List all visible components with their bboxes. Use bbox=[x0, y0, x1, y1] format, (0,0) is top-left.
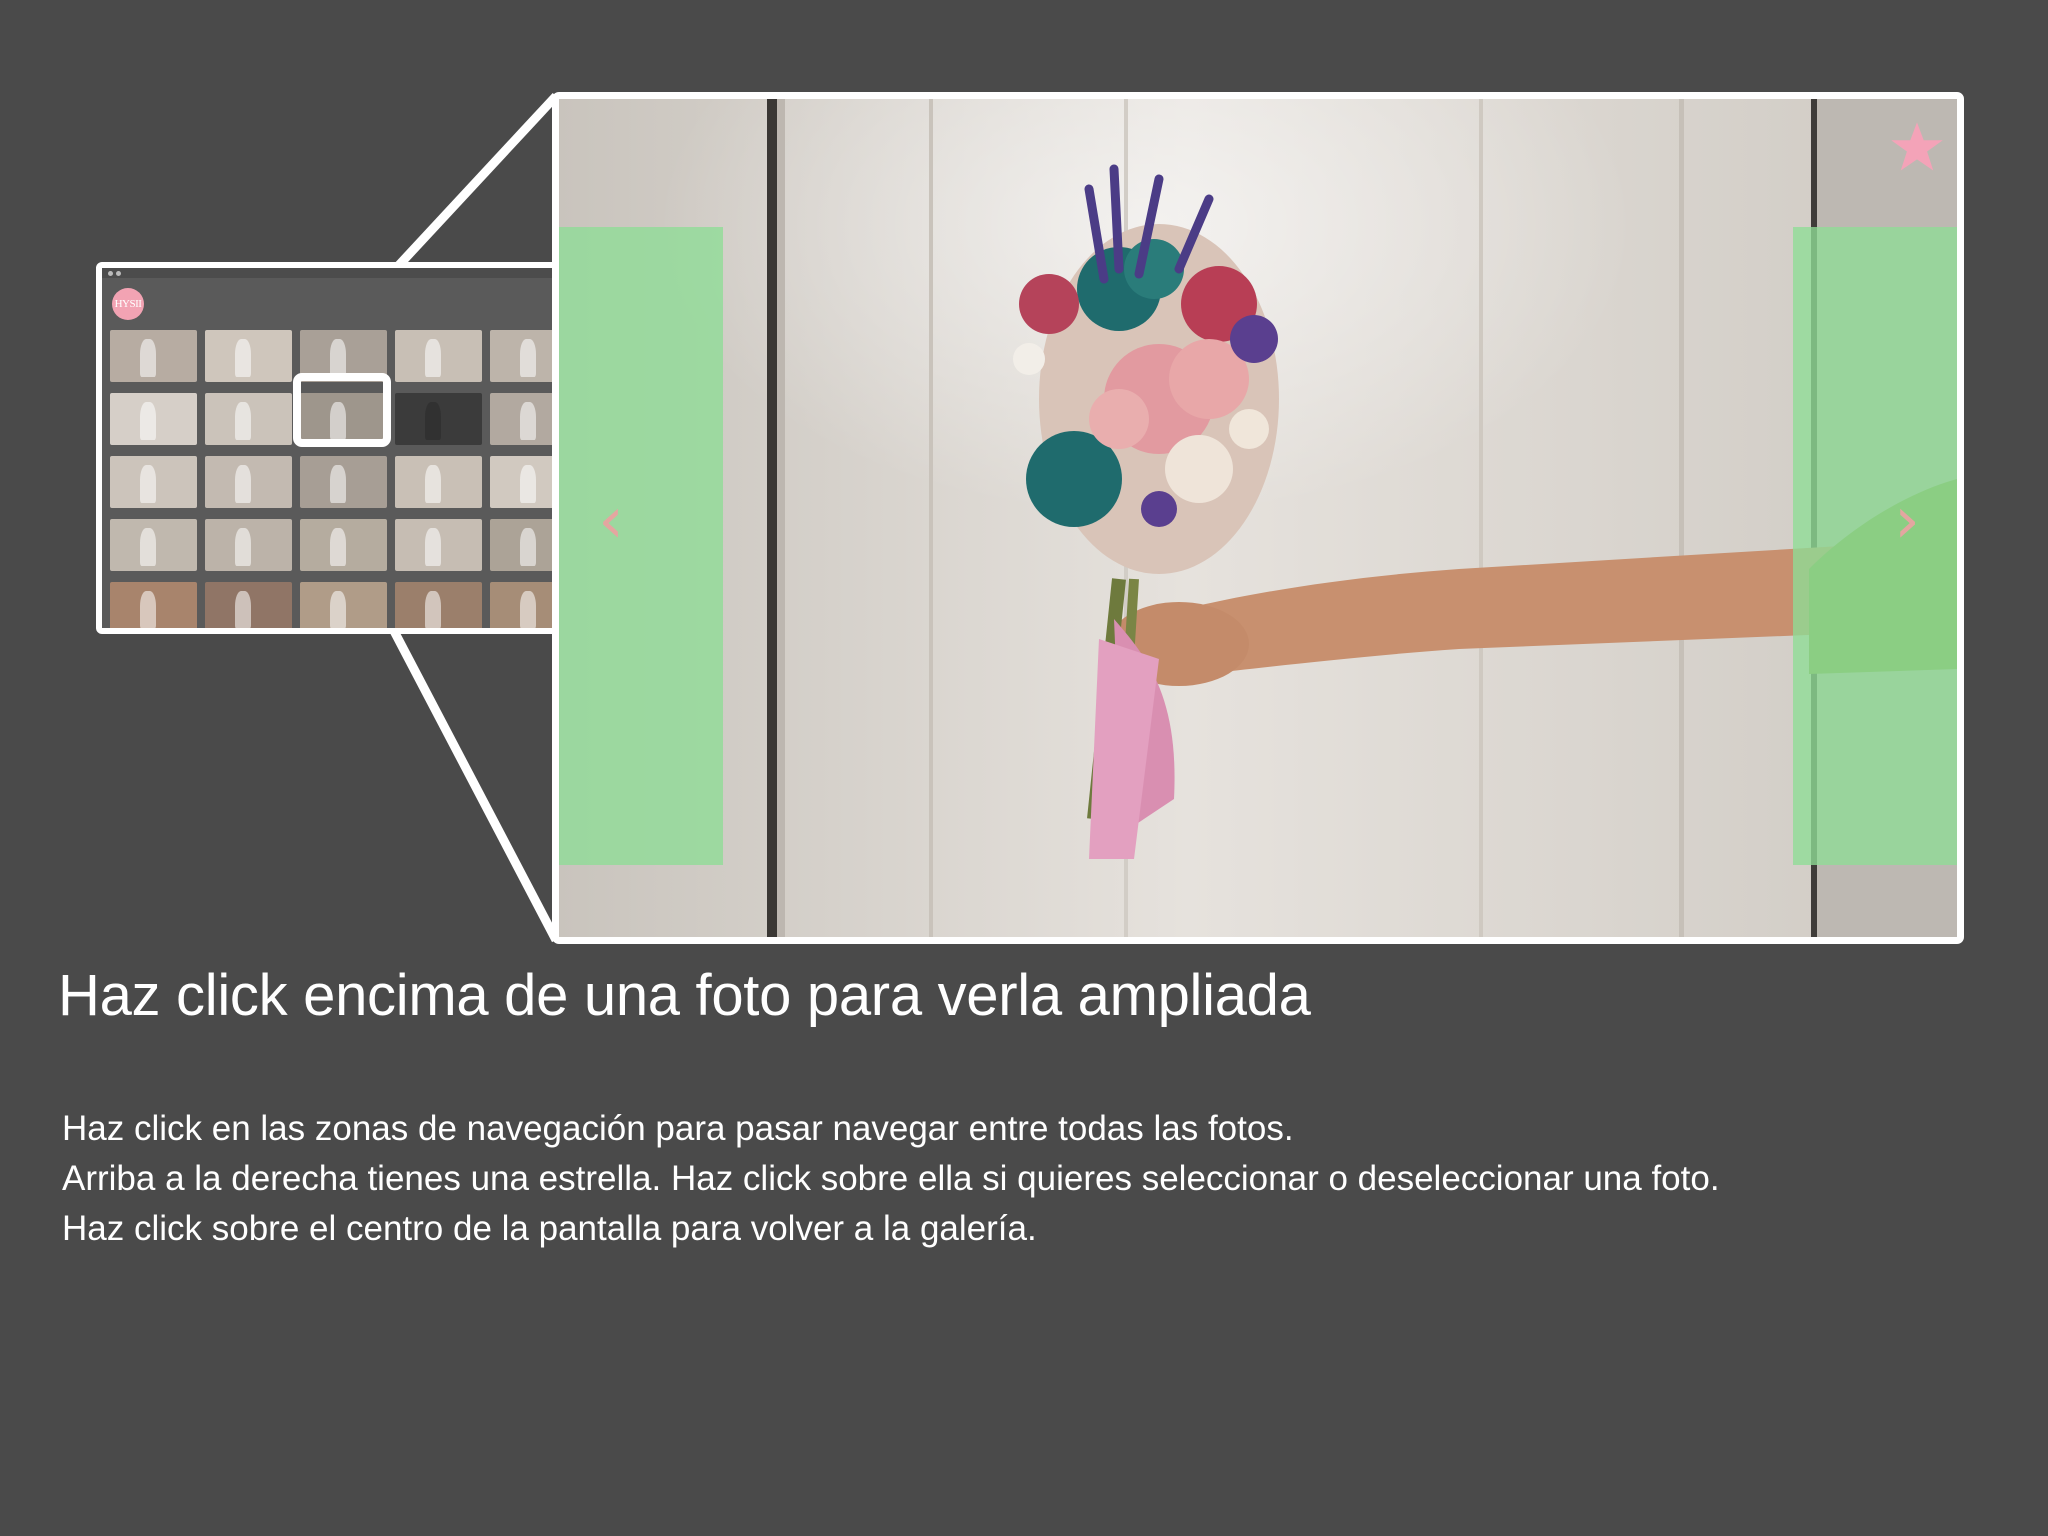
gallery-thumbnail[interactable] bbox=[395, 582, 482, 628]
instruction-line: Arriba a la derecha tienes una estrella.… bbox=[62, 1159, 1720, 1198]
chevron-left-icon[interactable]: ‹ bbox=[591, 489, 631, 553]
brand-logo[interactable]: HYSII bbox=[112, 288, 144, 320]
instructions-list: Haz click en las zonas de navegación par… bbox=[62, 1104, 1720, 1254]
gallery-thumbnail[interactable] bbox=[300, 456, 387, 508]
gallery-thumbnail[interactable] bbox=[205, 330, 292, 382]
enlarged-photo[interactable] bbox=[559, 99, 1957, 937]
gallery-thumbnail[interactable] bbox=[490, 456, 552, 508]
gallery-thumbnail[interactable] bbox=[395, 456, 482, 508]
instruction-line: Haz click en las zonas de navegación par… bbox=[62, 1109, 1294, 1148]
chevron-right-icon[interactable]: › bbox=[1887, 489, 1927, 553]
gallery-thumbnail[interactable] bbox=[490, 393, 552, 445]
window-dot bbox=[116, 271, 121, 276]
star-icon[interactable] bbox=[1889, 119, 1945, 175]
photo-viewer[interactable]: ‹ › bbox=[552, 92, 1964, 944]
previous-photo-zone[interactable] bbox=[559, 227, 723, 865]
gallery-thumbnail[interactable] bbox=[110, 456, 197, 508]
gallery-thumbnail[interactable] bbox=[110, 582, 197, 628]
window-titlebar bbox=[102, 268, 552, 278]
selected-thumbnail-highlight bbox=[293, 373, 391, 447]
gallery-thumbnail[interactable] bbox=[490, 582, 552, 628]
gallery-thumbnail[interactable] bbox=[205, 582, 292, 628]
gallery-thumbnail[interactable] bbox=[110, 393, 197, 445]
next-photo-zone[interactable] bbox=[1793, 227, 1957, 865]
gallery-thumbnail[interactable] bbox=[110, 519, 197, 571]
gallery-thumbnail[interactable] bbox=[300, 582, 387, 628]
gallery-thumbnail[interactable] bbox=[110, 330, 197, 382]
gallery-thumbnail[interactable] bbox=[490, 330, 552, 382]
gallery-thumbnail[interactable] bbox=[205, 393, 292, 445]
gallery-thumbnail[interactable] bbox=[205, 456, 292, 508]
gallery-thumbnail[interactable] bbox=[490, 519, 552, 571]
page-heading: Haz click encima de una foto para verla … bbox=[58, 963, 1311, 1028]
instruction-line: Haz click sobre el centro de la pantalla… bbox=[62, 1209, 1037, 1248]
window-dot bbox=[108, 271, 113, 276]
gallery-thumbnail[interactable] bbox=[395, 519, 482, 571]
gallery-thumbnail[interactable] bbox=[395, 330, 482, 382]
gallery-thumbnail[interactable] bbox=[300, 519, 387, 571]
gallery-thumbnail[interactable] bbox=[395, 393, 482, 445]
gallery-thumbnail[interactable] bbox=[205, 519, 292, 571]
gallery-window: HYSII bbox=[96, 262, 558, 634]
